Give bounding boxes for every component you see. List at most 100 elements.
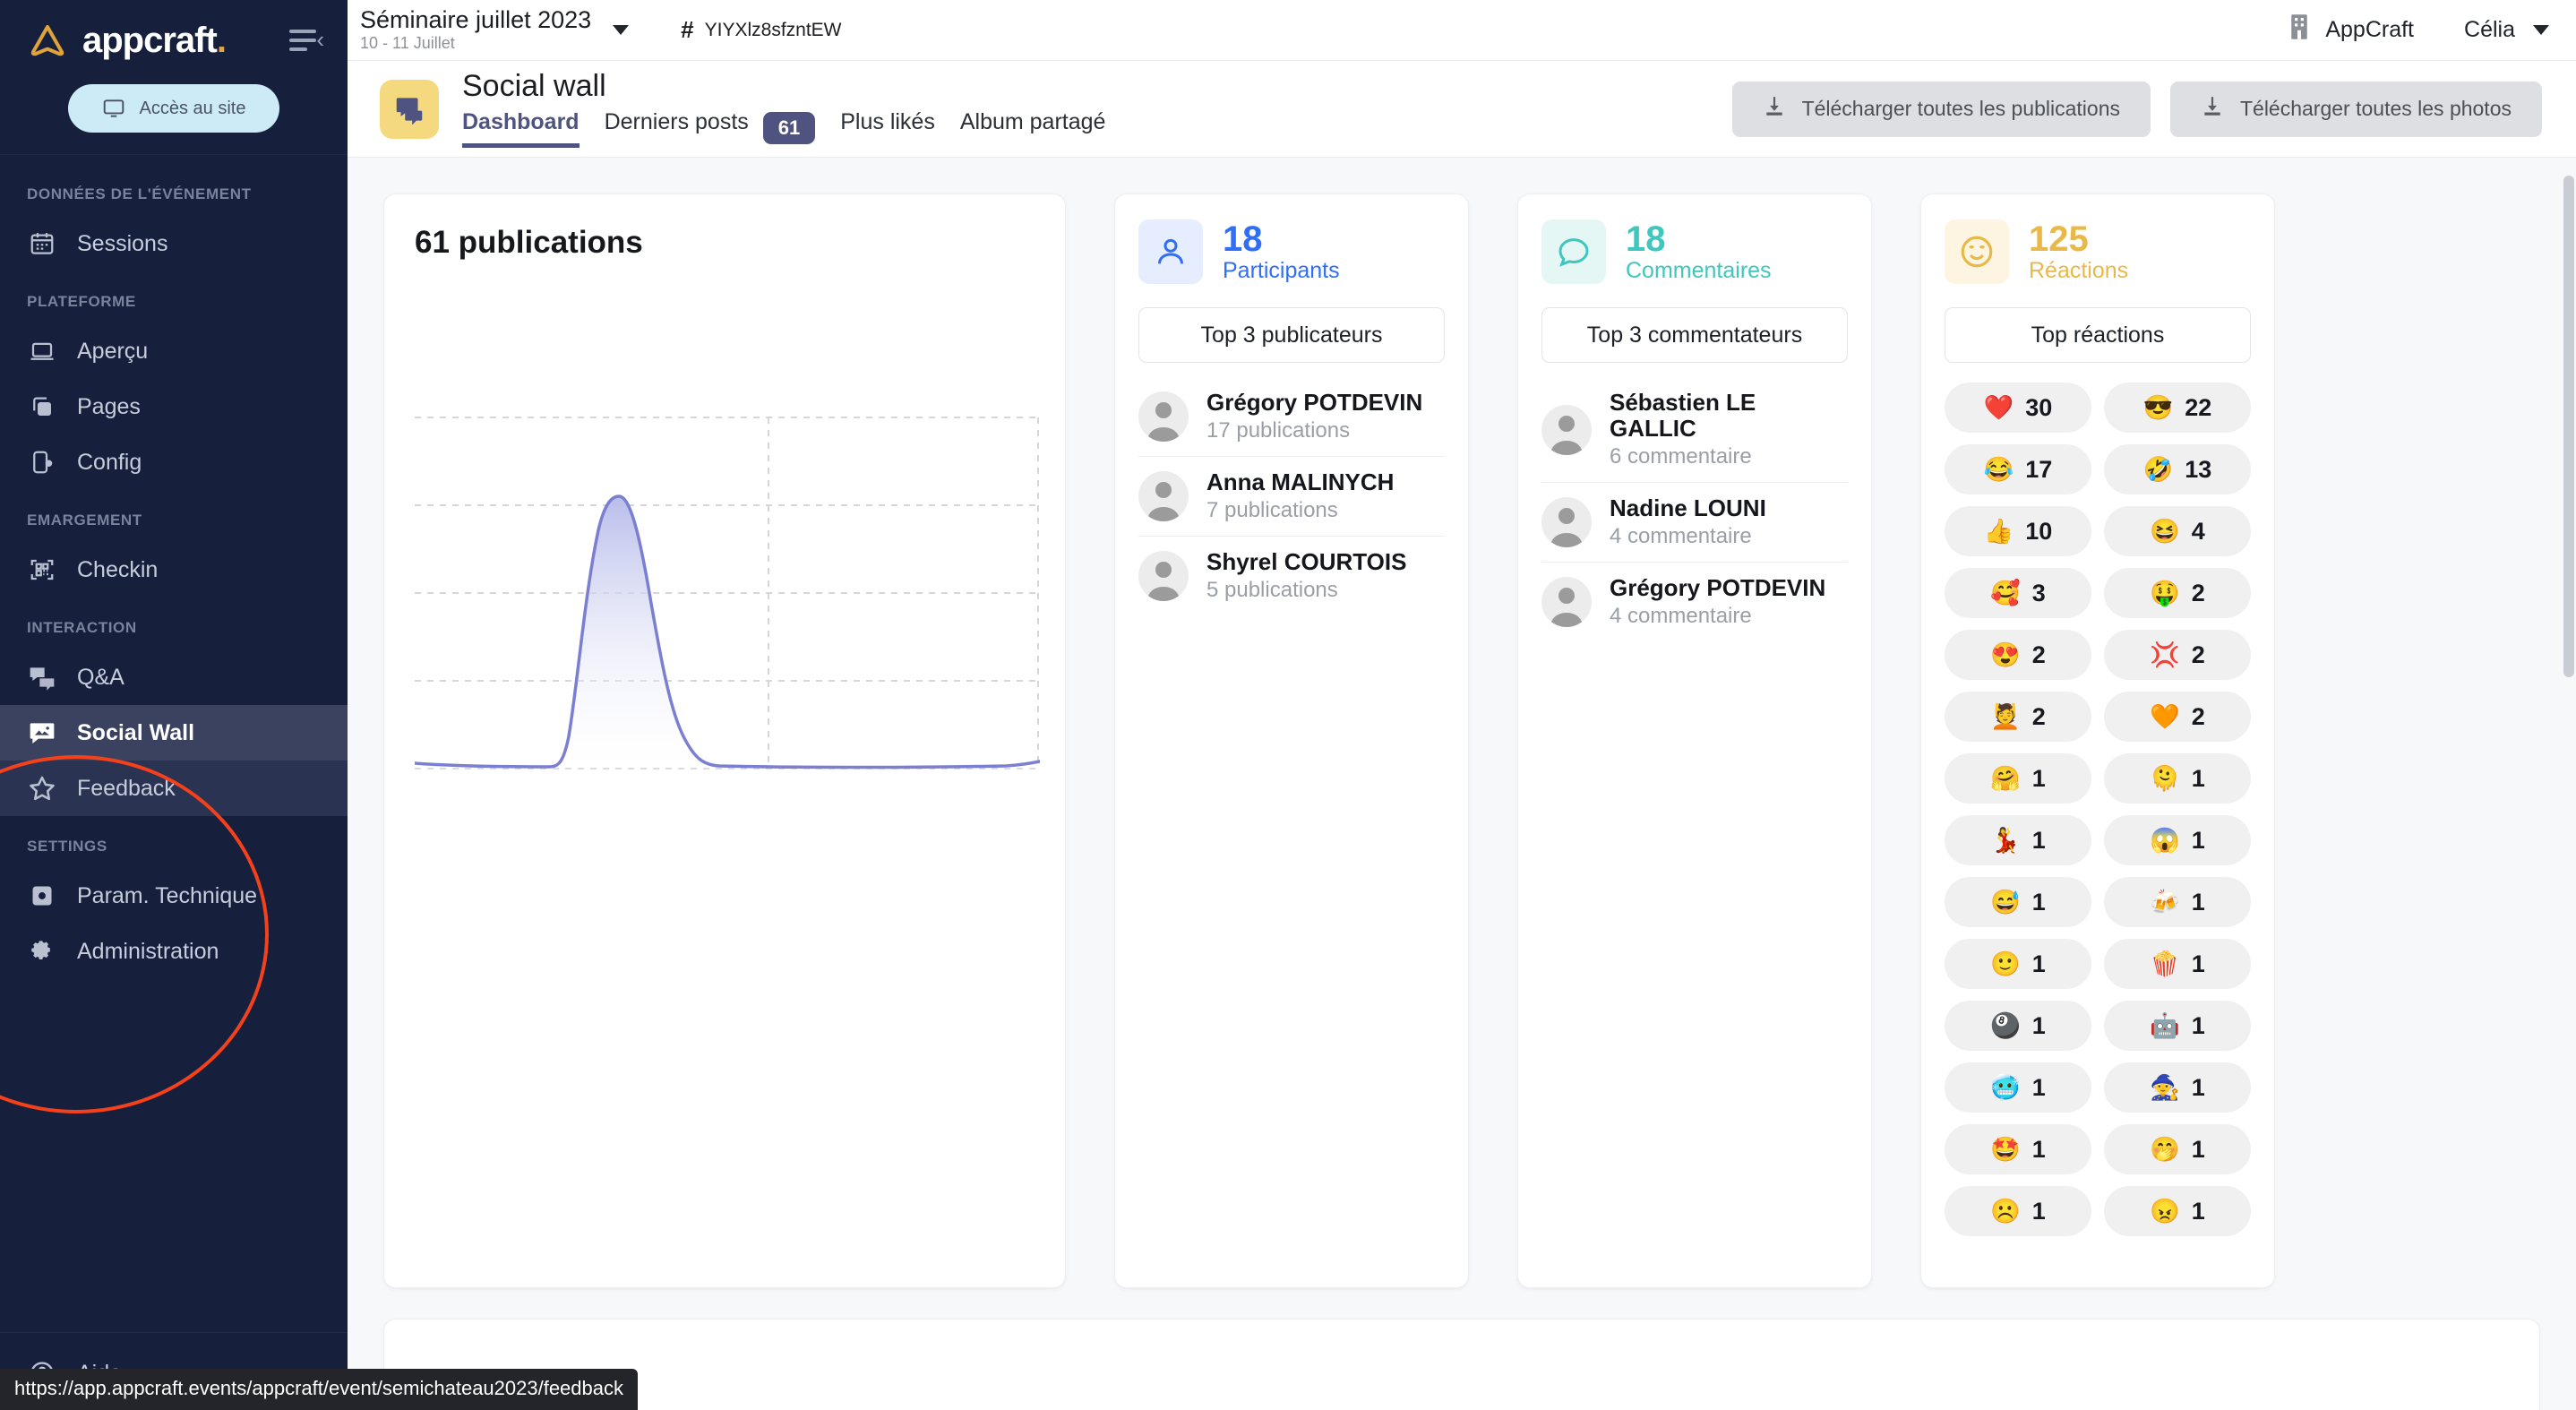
chart-svg	[413, 417, 1042, 770]
reaction-pill[interactable]: 🤑 2	[2104, 568, 2251, 618]
sidebar-item-pages[interactable]: Pages	[0, 379, 348, 434]
reaction-emoji: 👍	[1983, 517, 2014, 545]
participants-header: 18 Participants	[1138, 219, 1445, 284]
reaction-pill[interactable]: 🤗 1	[1945, 753, 2091, 804]
list-item[interactable]: Sébastien LE GALLIC 6 commentaire	[1541, 377, 1848, 484]
list-item[interactable]: Anna MALINYCH 7 publications	[1138, 457, 1445, 537]
reaction-pill[interactable]: 🍿 1	[2104, 939, 2251, 989]
page-scrollbar[interactable]	[2563, 163, 2574, 1408]
reaction-emoji: 🍻	[2150, 888, 2180, 916]
reaction-pill[interactable]: 🙂 1	[1945, 939, 2091, 989]
list-item[interactable]: Nadine LOUNI 4 commentaire	[1541, 483, 1848, 563]
top-publicateurs-button[interactable]: Top 3 publicateurs	[1138, 307, 1445, 363]
sidebar-item-administration[interactable]: Administration	[0, 924, 348, 979]
sidebar-item-label: Feedback	[77, 775, 176, 801]
sidebar-item-checkin[interactable]: Checkin	[0, 542, 348, 598]
event-selector[interactable]: Séminaire juillet 2023 10 - 11 Juillet	[360, 6, 630, 54]
reaction-count: 1	[2191, 1197, 2205, 1225]
status-bar-url: https://app.appcraft.events/appcraft/eve…	[0, 1369, 639, 1410]
reaction-pill[interactable]: 🧙 1	[2104, 1062, 2251, 1113]
tab-album-partage[interactable]: Album partagé	[960, 109, 1106, 148]
reaction-pill[interactable]: 😱 1	[2104, 815, 2251, 865]
list-item[interactable]: Shyrel COURTOIS 5 publications	[1138, 537, 1445, 615]
sidebar-item-label: Social Wall	[77, 719, 195, 745]
reaction-pill[interactable]: 👍 10	[1945, 506, 2091, 556]
top-reactions-button[interactable]: Top réactions	[1945, 307, 2251, 363]
tab-derniers-posts[interactable]: Derniers posts	[605, 109, 749, 148]
avatar	[1138, 391, 1189, 443]
event-code-value: YIYXlz8sfzntEW	[704, 19, 842, 40]
user-menu[interactable]: Célia	[2464, 17, 2549, 43]
hash-icon: #	[681, 16, 694, 43]
site-access-button[interactable]: Accès au site	[68, 84, 279, 133]
person-name: Nadine LOUNI	[1610, 494, 1766, 522]
reaction-emoji: ❤️	[1983, 393, 2014, 421]
comments-card: 18 Commentaires Top 3 commentateurs Séba…	[1517, 193, 1872, 1288]
download-all-photos-button[interactable]: Télécharger toutes les photos	[2169, 81, 2542, 137]
sidebar-item-social-wall[interactable]: Social Wall	[0, 705, 348, 761]
sidebar-item-config[interactable]: Config	[0, 434, 348, 490]
page-icon-social-wall-icon	[380, 79, 439, 139]
reaction-pill[interactable]: 😂 17	[1945, 444, 2091, 494]
gear-icon	[27, 936, 57, 967]
reaction-pill[interactable]: 🤭 1	[2104, 1124, 2251, 1174]
dashboard-content: 61 publications 18 Participants Top 3 pu…	[348, 158, 2576, 1410]
person-sub: 17 publications	[1206, 418, 1351, 443]
download-icon	[2201, 95, 2224, 124]
sidebar-item-param-technique[interactable]: Param. Technique	[0, 868, 348, 924]
reaction-count: 1	[2031, 888, 2046, 916]
reaction-pill[interactable]: 🥰 3	[1945, 568, 2091, 618]
sidebar-item-feedback[interactable]: Feedback	[0, 761, 348, 816]
person-icon	[1138, 219, 1203, 284]
person-sub: 4 commentaire	[1610, 524, 1752, 549]
monitor-icon	[102, 97, 125, 120]
top-commentateurs-button[interactable]: Top 3 commentateurs	[1541, 307, 1848, 363]
reaction-pill[interactable]: 🥶 1	[1945, 1062, 2091, 1113]
reaction-pill[interactable]: 🫠 1	[2104, 753, 2251, 804]
hamburger-collapse-icon[interactable]: ‹	[289, 26, 324, 54]
reaction-pill[interactable]: 😍 2	[1945, 630, 2091, 680]
person-sub: 5 publications	[1206, 578, 1338, 603]
reaction-count: 1	[2191, 1011, 2205, 1039]
brand[interactable]: appcraft. ‹	[0, 16, 348, 61]
reaction-emoji: 🍿	[2150, 950, 2180, 977]
chart-gridlines-y	[415, 417, 1040, 769]
list-item[interactable]: Grégory POTDEVIN 17 publications	[1138, 377, 1445, 458]
tab-plus-likes[interactable]: Plus likés	[840, 109, 935, 148]
sidebar-item-sessions[interactable]: Sessions	[0, 216, 348, 271]
person-name: Anna MALINYCH	[1206, 469, 1395, 496]
list-item[interactable]: Grégory POTDEVIN 4 commentaire	[1541, 563, 1848, 641]
reaction-emoji: 😅	[1990, 888, 2021, 916]
reaction-pill[interactable]: 💆 2	[1945, 692, 2091, 742]
reaction-pill[interactable]: 🤖 1	[2104, 1001, 2251, 1051]
reaction-pill[interactable]: 😅 1	[1945, 877, 2091, 927]
reaction-emoji: 🤣	[2142, 455, 2174, 483]
reaction-pill[interactable]: 🤣 13	[2104, 444, 2251, 494]
reaction-pill[interactable]: 🤩 1	[1945, 1124, 2091, 1174]
scrollbar-thumb[interactable]	[2563, 176, 2574, 677]
organization-selector[interactable]: AppCraft	[2288, 13, 2414, 47]
reaction-pill[interactable]: 😠 1	[2104, 1186, 2251, 1236]
download-all-publications-button[interactable]: Télécharger toutes les publications	[1731, 81, 2151, 137]
reaction-pill[interactable]: 💃 1	[1945, 815, 2091, 865]
reaction-pill[interactable]: 💢 2	[2104, 630, 2251, 680]
sidebar-section-title: PLATEFORME	[27, 293, 136, 310]
reaction-count: 1	[2191, 1135, 2205, 1163]
tab-dashboard[interactable]: Dashboard	[462, 109, 580, 148]
event-code[interactable]: # YIYXlz8sfzntEW	[681, 16, 841, 44]
reaction-pill[interactable]: ☹️ 1	[1945, 1186, 2091, 1236]
top-publicateurs-list: Grégory POTDEVIN 17 publications Anna MA…	[1138, 377, 1445, 615]
social-wall-icon	[27, 718, 57, 748]
reaction-count: 1	[2191, 764, 2205, 792]
reaction-pill[interactable]: 🧡 2	[2104, 692, 2251, 742]
reaction-pill[interactable]: 🎱 1	[1945, 1001, 2091, 1051]
sidebar-item-label: Pages	[77, 393, 141, 419]
reaction-pill[interactable]: 🍻 1	[2104, 877, 2251, 927]
reaction-pill[interactable]: ❤️ 30	[1945, 383, 2091, 433]
publications-chart-card: 61 publications	[383, 193, 1066, 1288]
sidebar-item-qa[interactable]: Q&A	[0, 649, 348, 705]
sidebar-item-apercu[interactable]: Aperçu	[0, 323, 348, 379]
reaction-pill[interactable]: 😎 22	[2104, 383, 2251, 433]
reaction-count: 13	[2185, 455, 2212, 483]
reaction-pill[interactable]: 😆 4	[2104, 506, 2251, 556]
